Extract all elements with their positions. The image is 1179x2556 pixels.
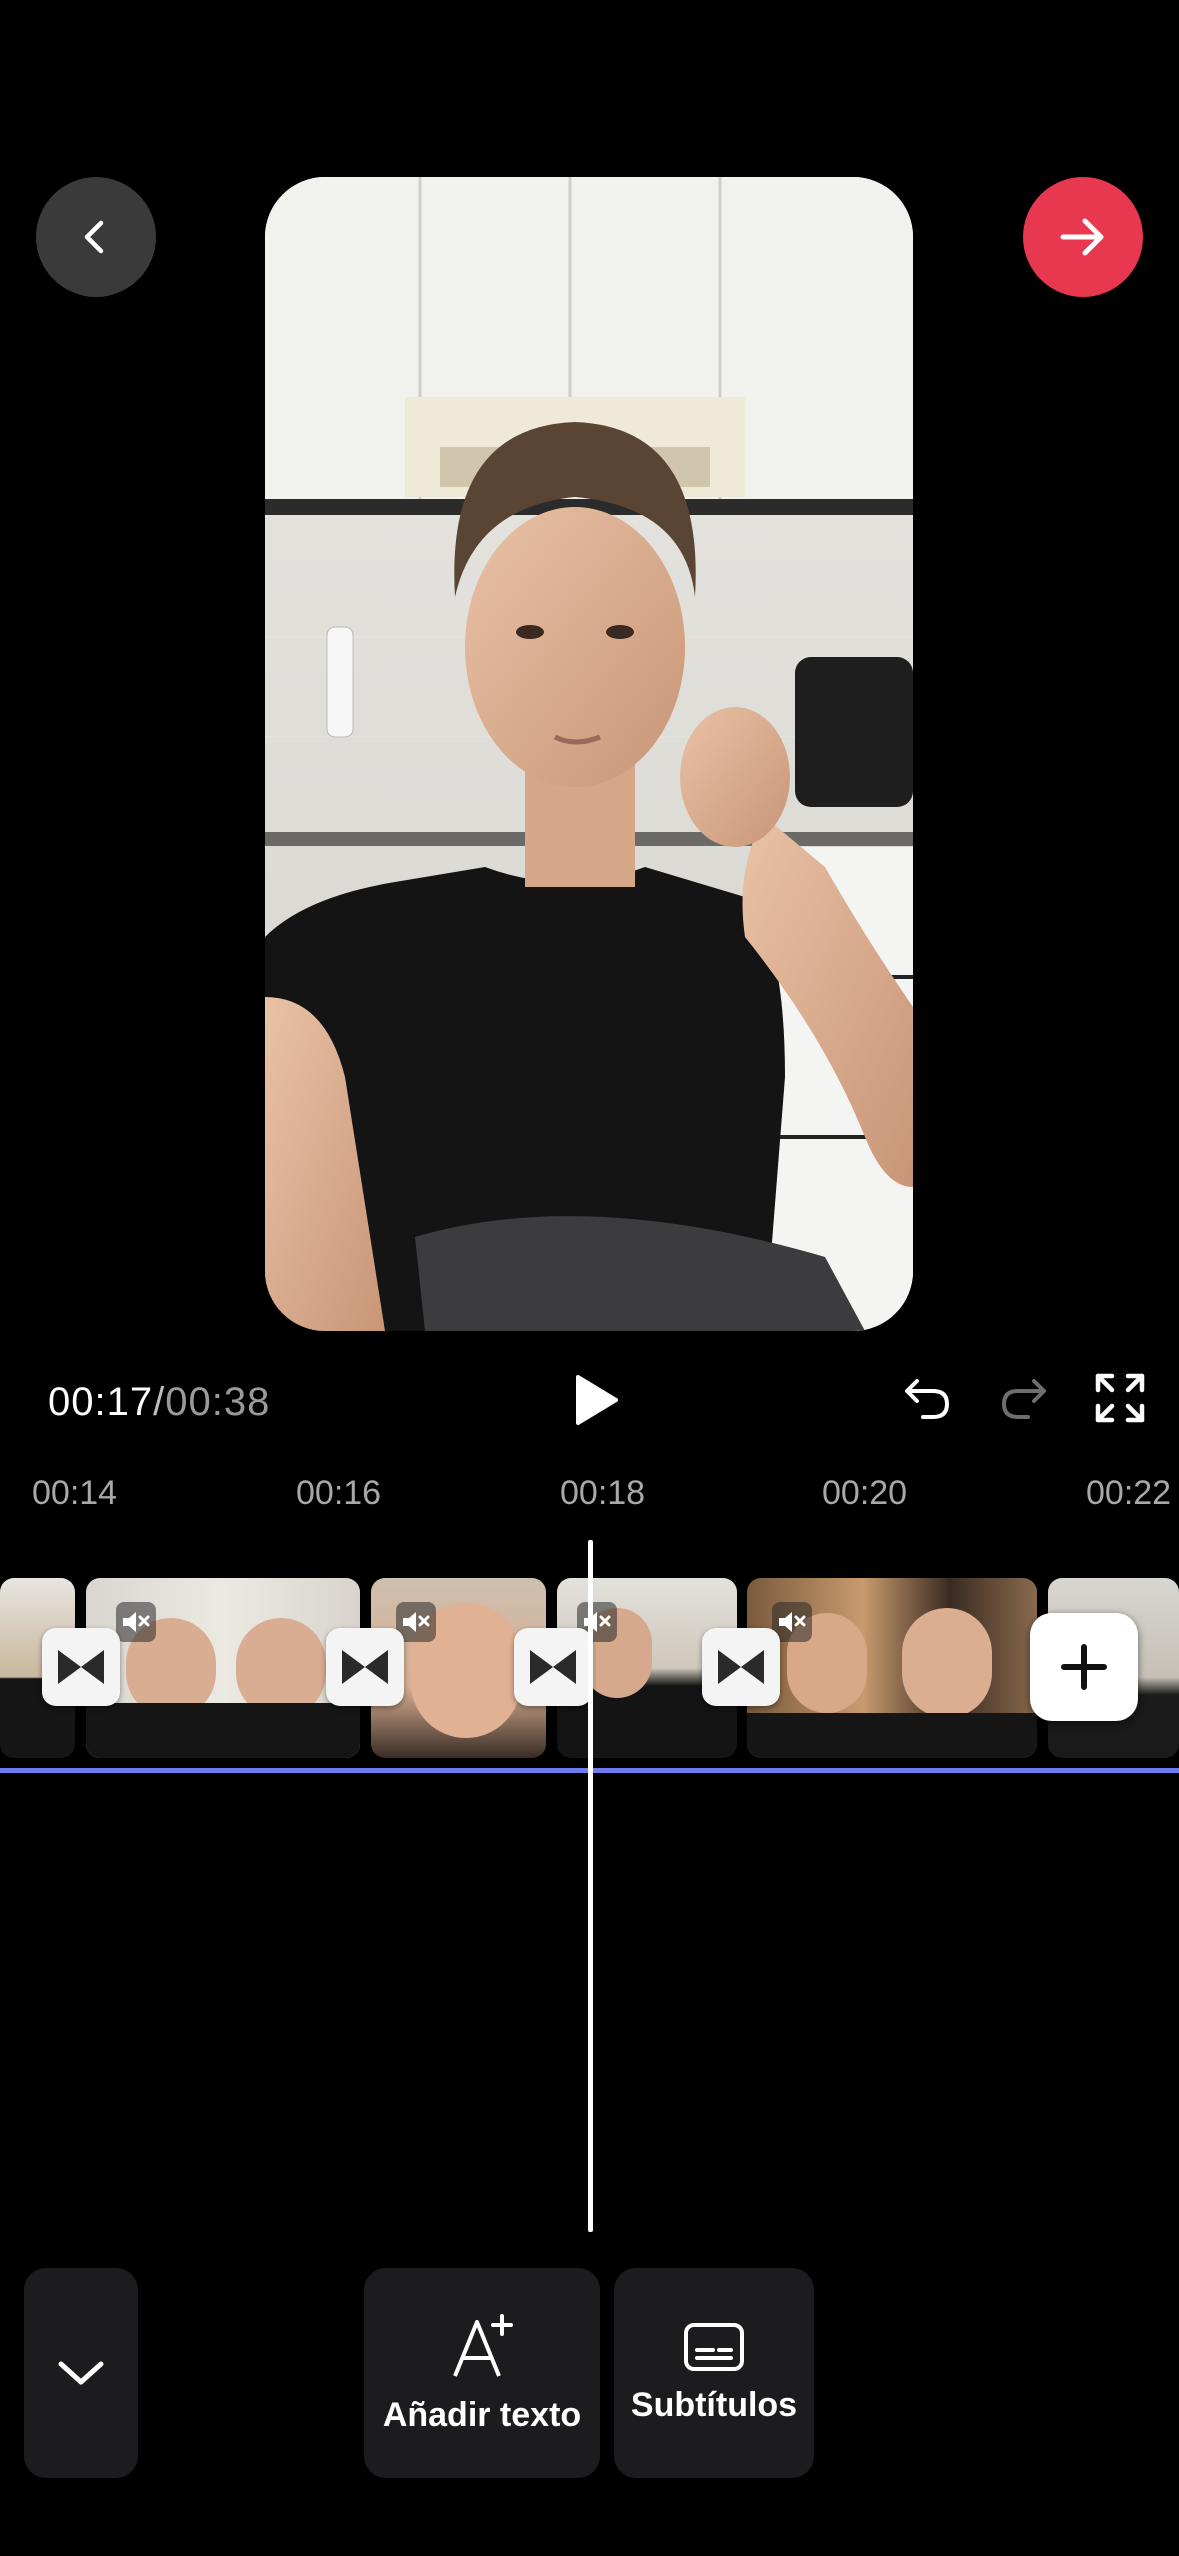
fullscreen-button[interactable] xyxy=(1088,1366,1152,1430)
playhead[interactable] xyxy=(588,1540,593,2232)
add-text-label: Añadir texto xyxy=(382,2395,582,2434)
chevron-left-icon xyxy=(84,220,104,254)
transition-icon xyxy=(342,1650,388,1684)
undo-button[interactable] xyxy=(898,1368,958,1428)
total-time: 00:38 xyxy=(165,1380,271,1424)
transition-icon xyxy=(718,1650,764,1684)
add-clip-button[interactable] xyxy=(1030,1613,1138,1721)
transition-icon xyxy=(530,1650,576,1684)
back-button[interactable] xyxy=(36,177,156,297)
chevron-down-icon xyxy=(58,2361,104,2385)
timeline-tick: 00:16 xyxy=(296,1474,382,1512)
time-display: 00:17/00:38 xyxy=(48,1380,270,1425)
time-separator: / xyxy=(153,1380,166,1424)
add-text-button[interactable]: Añadir texto xyxy=(364,2268,600,2478)
redo-button[interactable] xyxy=(993,1368,1053,1428)
current-time: 00:17 xyxy=(48,1380,154,1424)
play-icon xyxy=(576,1375,618,1425)
transition-button[interactable] xyxy=(42,1628,120,1706)
timeline-tick: 00:22 xyxy=(1086,1474,1172,1512)
collapse-button[interactable] xyxy=(24,2268,138,2478)
transition-icon xyxy=(58,1650,104,1684)
subtitles-icon xyxy=(684,2322,744,2371)
video-preview[interactable] xyxy=(265,177,913,1331)
subtitles-button[interactable]: Subtítulos xyxy=(614,2268,814,2478)
redo-icon xyxy=(1001,1379,1046,1419)
video-clip[interactable] xyxy=(747,1578,1037,1758)
plus-icon xyxy=(1061,1644,1107,1690)
transition-button[interactable] xyxy=(514,1628,592,1706)
undo-icon xyxy=(905,1379,950,1419)
arrow-right-icon xyxy=(1060,218,1104,256)
transition-button[interactable] xyxy=(326,1628,404,1706)
subtitles-label: Subtítulos xyxy=(630,2385,798,2424)
next-button[interactable] xyxy=(1023,177,1143,297)
timeline-tick: 00:20 xyxy=(822,1474,908,1512)
transition-button[interactable] xyxy=(702,1628,780,1706)
video-clip[interactable] xyxy=(86,1578,360,1758)
timeline-tick: 00:18 xyxy=(560,1474,646,1512)
video-frame-image xyxy=(265,177,913,1331)
play-button[interactable] xyxy=(560,1365,630,1435)
fullscreen-icon xyxy=(1095,1373,1145,1423)
add-text-icon xyxy=(453,2313,513,2377)
timeline-tick: 00:14 xyxy=(32,1474,118,1512)
muted-icon xyxy=(116,1602,156,1642)
